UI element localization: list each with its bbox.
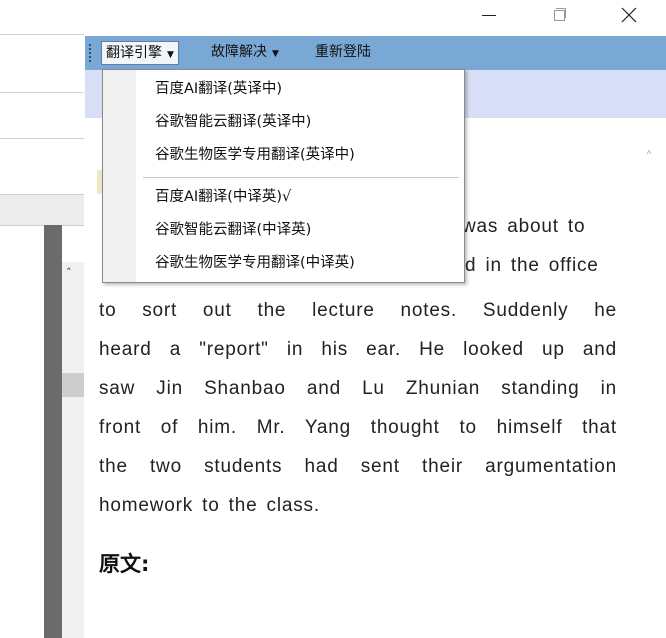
toolbar: 翻译引擎 ▼ 故障解决 ▼ 重新登陆 — [85, 36, 666, 70]
relogin-button[interactable]: 重新登陆 — [311, 41, 375, 63]
menu-item-google-cloud-zh-en[interactable]: 谷歌智能云翻译(中译英) — [155, 217, 311, 243]
content-line-partial-2: d in the office — [465, 255, 599, 276]
content-line: to sort out the lecture notes. Suddenly … — [99, 300, 617, 321]
restore-button[interactable] — [536, 0, 582, 30]
menu-item-google-cloud-en-zh[interactable]: 谷歌智能云翻译(英译中) — [155, 109, 311, 135]
menu-item-baidu-zh-en[interactable]: 百度AI翻译(中译英)√ — [155, 184, 291, 210]
minimize-icon — [482, 15, 496, 16]
close-button[interactable] — [606, 0, 652, 30]
translation-engine-dropdown: 百度AI翻译(英译中) 谷歌智能云翻译(英译中) 谷歌生物医学专用翻译(英译中)… — [102, 69, 465, 283]
left-pane-header-band — [0, 194, 84, 226]
menu-separator — [143, 177, 459, 178]
restore-icon-front — [554, 10, 565, 21]
menu-item-google-biomed-zh-en[interactable]: 谷歌生物医学专用翻译(中译英) — [155, 250, 355, 276]
content-line: the two students had sent their argument… — [99, 456, 617, 477]
content-line-partial-1: was about to — [462, 216, 586, 237]
caret-down-icon: ▼ — [272, 49, 279, 59]
left-pane-splitter[interactable] — [44, 225, 62, 638]
menu-item-google-biomed-en-zh[interactable]: 谷歌生物医学专用翻译(英译中) — [155, 142, 355, 168]
scroll-up-icon[interactable]: ˄ — [645, 148, 653, 167]
troubleshoot-label: 故障解决 — [211, 44, 267, 60]
left-pane: ˄ — [0, 34, 84, 638]
toolbar-grip-icon[interactable] — [89, 44, 91, 62]
content-line: saw Jin Shanbao and Lu Zhunian standing … — [99, 378, 617, 399]
close-icon — [621, 7, 637, 23]
original-text-heading: 原文: — [99, 552, 150, 576]
translation-engine-menu[interactable]: 翻译引擎 ▼ — [101, 41, 179, 65]
translated-paragraph: to sort out the lecture notes. Suddenly … — [99, 291, 617, 525]
menu-item-baidu-en-zh[interactable]: 百度AI翻译(英译中) — [155, 76, 282, 102]
left-pane-scrollbar[interactable]: ˄ — [62, 262, 84, 638]
relogin-label: 重新登陆 — [315, 44, 371, 60]
content-line: heard a "report" in his ear. He looked u… — [99, 339, 617, 360]
left-pane-divider — [0, 92, 84, 93]
caret-down-icon: ▼ — [167, 50, 174, 60]
left-pane-divider — [0, 34, 84, 35]
title-bar — [0, 0, 666, 30]
content-scrollbar[interactable]: ˄ — [641, 118, 666, 604]
content-line: homework to the class. — [99, 495, 320, 516]
scroll-up-icon[interactable]: ˄ — [66, 266, 72, 279]
minimize-button[interactable] — [466, 0, 512, 30]
troubleshoot-menu[interactable]: 故障解决 ▼ — [207, 41, 283, 63]
scrollbar-thumb[interactable] — [62, 373, 84, 397]
translation-engine-label: 翻译引擎 — [106, 45, 162, 61]
content-line: front of him. Mr. Yang thought to himsel… — [99, 417, 617, 438]
left-pane-divider — [0, 138, 84, 139]
menu-icon-gutter — [103, 70, 136, 282]
